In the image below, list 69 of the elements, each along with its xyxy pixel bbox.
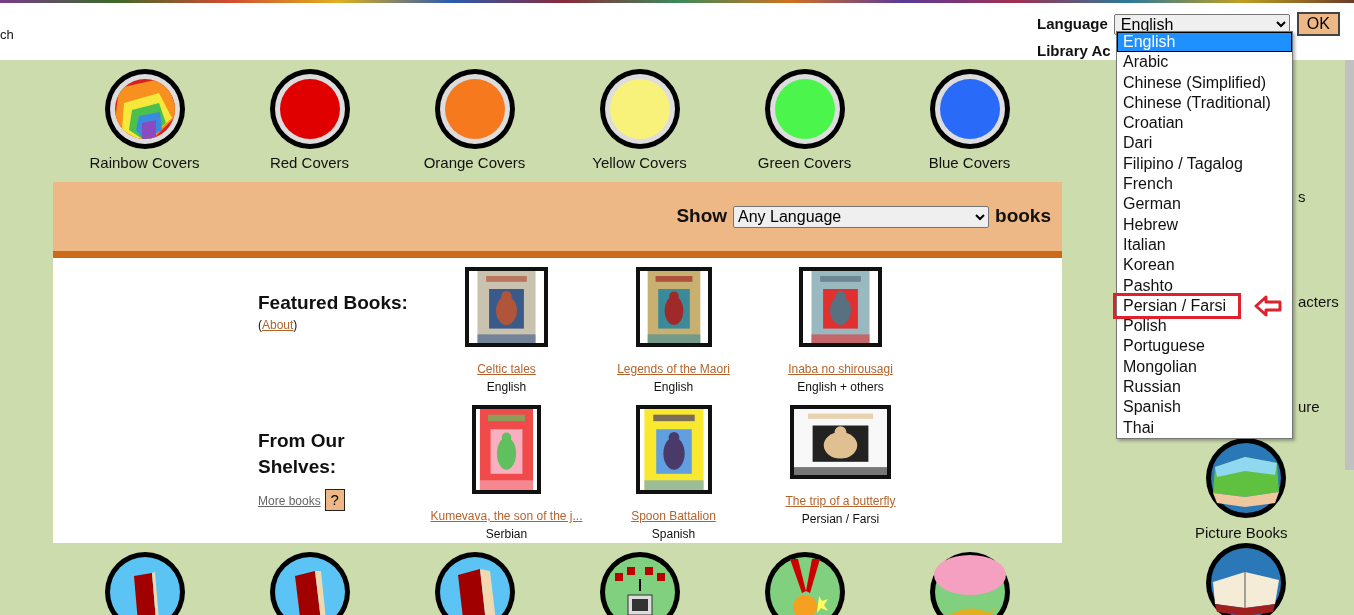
language-label: Language xyxy=(1037,13,1108,34)
ok-button[interactable]: OK xyxy=(1296,12,1340,36)
cover-color-link[interactable]: Red Covers xyxy=(269,152,350,175)
cover-color-link[interactable]: Orange Covers xyxy=(423,152,526,175)
language-option[interactable]: Hebrew xyxy=(1117,214,1183,235)
scrollbar[interactable] xyxy=(1345,60,1354,470)
about-note: (About) xyxy=(258,317,299,334)
language-option[interactable]: Chinese (Traditional) xyxy=(1117,92,1275,114)
book-language: English xyxy=(653,379,694,396)
book-title-link[interactable]: Kumevava, the son of the j... xyxy=(430,507,583,525)
language-option[interactable]: German xyxy=(1117,194,1185,215)
cover-color-link[interactable]: Green Covers xyxy=(757,152,852,175)
language-option[interactable]: Croatian xyxy=(1117,113,1188,134)
color-circle-icon[interactable] xyxy=(928,68,1011,150)
show-label: Show xyxy=(676,204,728,229)
book-language: Spanish xyxy=(651,526,696,543)
language-option[interactable]: French xyxy=(1117,174,1177,195)
more-books-link[interactable]: More books xyxy=(258,494,321,508)
help-button[interactable]: ? xyxy=(324,489,345,511)
language-option[interactable]: Russian xyxy=(1117,377,1185,398)
book-icon[interactable] xyxy=(268,551,351,615)
language-option[interactable]: Portuguese xyxy=(1117,336,1209,357)
book-title-link[interactable]: Inaba no shirousagi xyxy=(788,360,893,378)
language-option[interactable]: Filipino / Tagalog xyxy=(1117,153,1247,175)
lamp-icon[interactable] xyxy=(928,551,1011,615)
language-option[interactable]: Thai xyxy=(1117,417,1159,438)
book-title-link[interactable]: Legends of the Maori xyxy=(617,360,730,378)
language-option[interactable]: Polish xyxy=(1117,316,1171,337)
book-icon[interactable] xyxy=(433,551,516,615)
category-label-fragment[interactable]: ure xyxy=(1298,396,1320,419)
language-option[interactable]: Chinese (Simplified) xyxy=(1117,72,1271,93)
language-option[interactable]: Arabic xyxy=(1117,52,1173,73)
category-label-fragment[interactable]: s xyxy=(1298,186,1306,209)
language-option[interactable]: Spanish xyxy=(1117,397,1185,418)
category-label-fragment[interactable]: acters xyxy=(1298,291,1339,314)
book-title-link[interactable]: The trip of a butterfly xyxy=(785,492,896,510)
color-circle-icon[interactable] xyxy=(268,68,351,150)
book-icon[interactable] xyxy=(103,551,186,615)
book-language: English xyxy=(486,379,527,396)
open-book-icon[interactable] xyxy=(1205,542,1287,615)
arrow-icon xyxy=(1254,293,1282,318)
language-filter-select[interactable]: Any Language xyxy=(733,205,990,228)
cover-color-link[interactable]: Rainbow Covers xyxy=(89,152,200,175)
computer-icon[interactable] xyxy=(598,551,681,615)
language-option[interactable]: Korean xyxy=(1117,255,1179,276)
rainbow-circle-icon[interactable] xyxy=(103,68,186,150)
header-text: ch xyxy=(0,26,14,44)
library-label: Library Ac xyxy=(1037,41,1111,61)
book-language: English + others xyxy=(797,379,884,396)
medal-icon[interactable] xyxy=(763,551,846,615)
books-label: books xyxy=(995,204,1051,229)
language-option[interactable]: Italian xyxy=(1117,234,1170,256)
cover-color-link[interactable]: Blue Covers xyxy=(928,152,1011,175)
language-option[interactable]: Dari xyxy=(1117,133,1157,154)
book-title-link[interactable]: Spoon Battalion xyxy=(631,507,716,525)
category-link[interactable]: Picture Books xyxy=(1195,525,1288,540)
cover-color-link[interactable]: Yellow Covers xyxy=(592,152,687,175)
language-option[interactable]: Mongolian xyxy=(1117,356,1201,378)
color-circle-icon[interactable] xyxy=(763,68,846,150)
book-language: Persian / Farsi xyxy=(801,511,880,528)
language-option[interactable]: Pashto xyxy=(1117,275,1177,296)
color-circle-icon[interactable] xyxy=(598,68,681,150)
book-language: Serbian xyxy=(485,526,528,543)
picture-book-icon[interactable] xyxy=(1205,437,1287,519)
language-option[interactable]: Persian / Farsi xyxy=(1117,295,1231,317)
shelves-heading: From Our Shelves: xyxy=(258,429,346,479)
color-circle-icon[interactable] xyxy=(433,68,516,150)
featured-heading: Featured Books: xyxy=(258,291,409,315)
book-title-link[interactable]: Celtic tales xyxy=(477,360,536,378)
